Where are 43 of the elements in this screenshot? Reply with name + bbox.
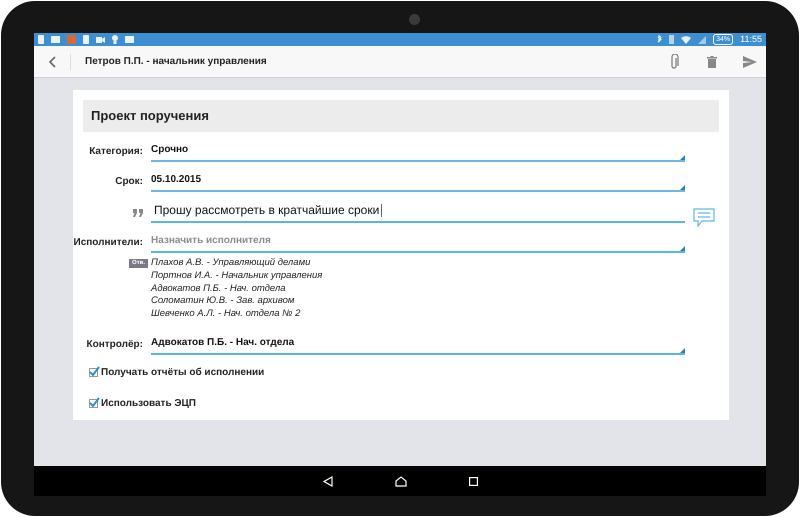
form-header: Проект поручения: [83, 100, 719, 132]
executor-name: Плахов А.В. - Управляющий делами: [151, 257, 312, 270]
quote-icon: [133, 209, 143, 217]
field-label: Срок:: [114, 175, 144, 189]
back-nav-icon[interactable]: [322, 476, 332, 486]
checkbox[interactable]: [89, 368, 98, 377]
monitor-icon: [51, 36, 60, 43]
field-label: Контролёр:: [86, 338, 144, 352]
bluetooth-icon: [657, 35, 662, 44]
checkbox[interactable]: [89, 398, 98, 408]
recent-apps-icon[interactable]: [468, 476, 478, 486]
wifi-icon: [681, 36, 692, 44]
send-icon: [743, 56, 757, 68]
executor-name: Соломатин Ю.В. - Зав. архивом: [151, 295, 296, 308]
page-title: Петров П.П. - начальник управления: [85, 55, 268, 69]
field-label: Категория:: [88, 145, 144, 159]
executor-name: Шевченко А.Л. - Нач. отдела № 2: [151, 308, 302, 321]
lightbulb-icon: [112, 35, 118, 44]
message-icon[interactable]: [693, 208, 715, 227]
controller-dropdown[interactable]: Адвокатов П.Б. - Нач. отдела: [151, 334, 685, 355]
checkbox-label: Получать отчёты об исполнении: [101, 366, 264, 380]
dropdown-corner-icon: [680, 155, 685, 160]
clock: 11:55: [740, 35, 762, 44]
dropdown-field[interactable]: Срочно: [151, 142, 685, 162]
dropdown-field[interactable]: 05.10.2015: [151, 172, 685, 192]
phone-icon: [38, 35, 44, 44]
dropdown-corner-icon: [680, 348, 685, 353]
back-icon: [48, 56, 56, 68]
executor-name: Адвокатов П.Б. - Нач. отдела: [151, 282, 287, 296]
comment-field[interactable]: Прошу рассмотреть в кратчайшие сроки: [151, 201, 685, 223]
sim-card-icon: [669, 35, 674, 44]
paperclip-icon: [670, 54, 678, 70]
video-camera-icon: [96, 36, 105, 42]
dropdown-corner-icon: [680, 185, 685, 190]
phone-icon: [83, 35, 89, 44]
camera-icon: [409, 14, 420, 25]
executor-name: Портнов И.А. - Начальник управления: [151, 270, 322, 283]
field-label: Исполнители:: [73, 236, 144, 250]
trash-icon: [707, 56, 717, 68]
signal-icon: [698, 36, 706, 44]
home-icon[interactable]: [394, 476, 406, 486]
checkbox-label: Использовать ЭЦП: [101, 396, 196, 411]
dropdown-corner-icon: [680, 246, 685, 251]
